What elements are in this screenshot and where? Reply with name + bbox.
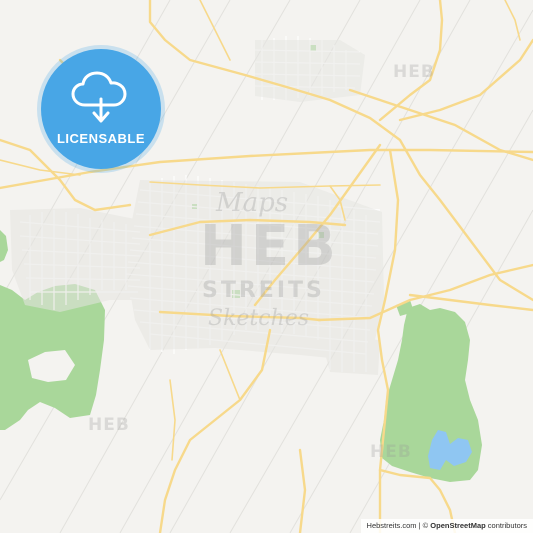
road-east-vertical xyxy=(376,148,400,533)
road-south xyxy=(298,448,307,533)
licensable-badge[interactable]: LICENSABLE xyxy=(41,49,161,169)
road-east-ew-2 xyxy=(408,293,533,312)
map-canvas[interactable]: HEB HEB HEB Maps HEB STREITS Sketches LI… xyxy=(0,0,533,533)
cloud-download-icon xyxy=(71,71,127,123)
park-west-edge xyxy=(0,230,8,262)
licensable-label: LICENSABLE xyxy=(56,131,146,146)
road-southwest xyxy=(158,328,272,533)
road-ne-2 xyxy=(398,38,533,122)
attribution-osm-link[interactable]: OpenStreetMap xyxy=(430,521,485,530)
attribution-site-link[interactable]: Hebstreits.com xyxy=(367,521,417,530)
map-attribution: Hebstreits.com | © OpenStreetMap contrib… xyxy=(360,519,533,533)
attribution-separator: | © xyxy=(416,521,431,530)
attribution-suffix: contributors xyxy=(485,521,527,530)
